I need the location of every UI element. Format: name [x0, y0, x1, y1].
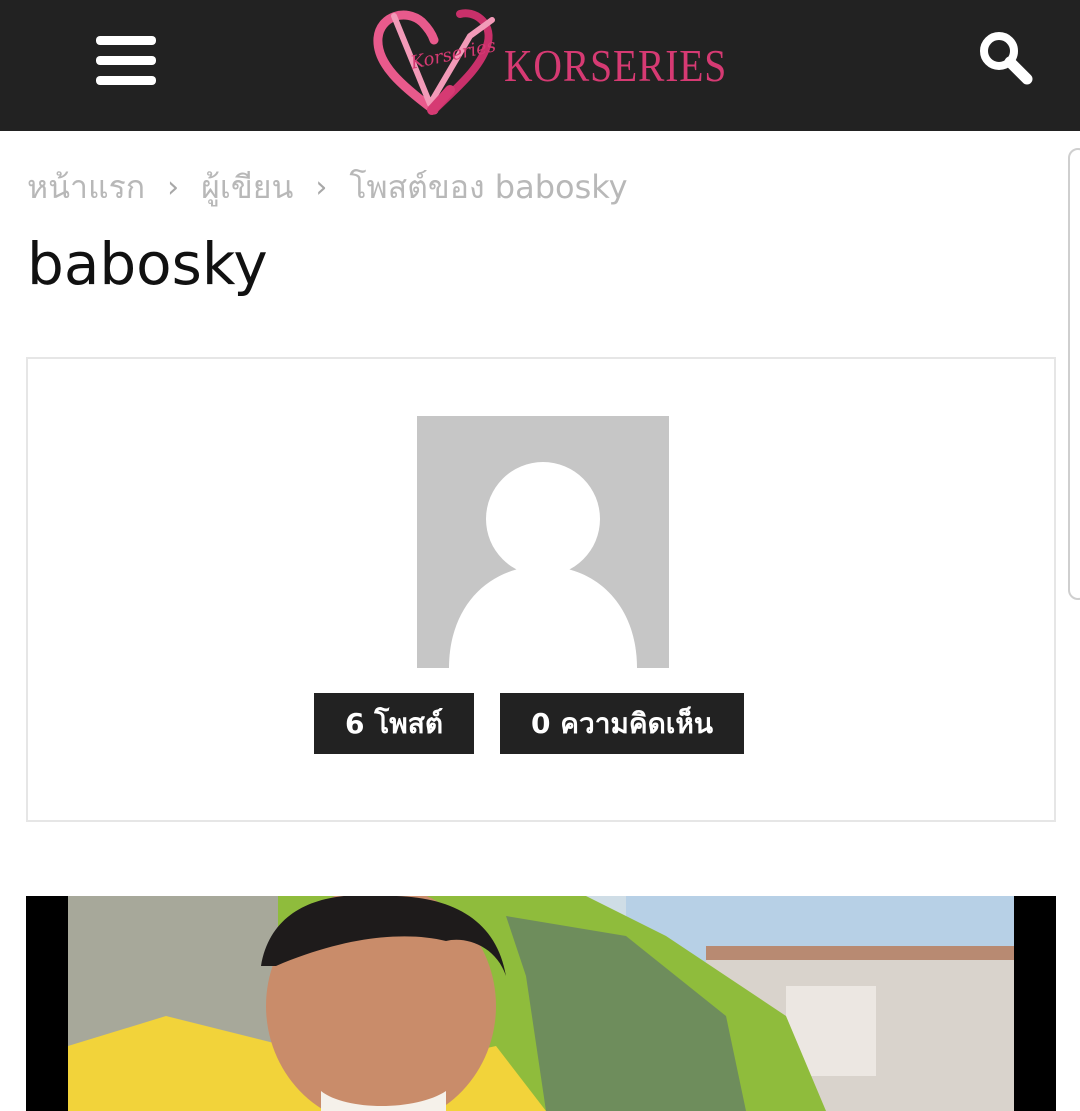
posts-count-button[interactable]: 6 โพสต์: [314, 693, 474, 754]
menu-button[interactable]: [96, 36, 156, 86]
breadcrumb-authors-link[interactable]: ผู้เขียน: [201, 162, 293, 213]
author-avatar: [417, 416, 669, 668]
breadcrumb-home-link[interactable]: หน้าแรก: [27, 162, 145, 213]
magnifier-icon: [980, 32, 1033, 85]
breadcrumb-current: โพสต์ของ babosky: [349, 167, 628, 206]
author-box: 6 โพสต์ 0 ความคิดเห็น: [26, 357, 1056, 822]
logo-text: KORSERIES: [504, 40, 728, 91]
page-title: babosky: [27, 230, 268, 298]
breadcrumb: หน้าแรก › ผู้เขียน › โพสต์ของ babosky: [27, 162, 628, 212]
page: Korseries KORSERIES หน้าแรก › ผู้เขียน ›…: [0, 0, 1080, 1111]
comments-count-button[interactable]: 0 ความคิดเห็น: [500, 693, 744, 754]
featured-post-image[interactable]: [26, 896, 1056, 1111]
scroll-side-tab[interactable]: [1068, 148, 1080, 600]
site-header: Korseries KORSERIES: [0, 0, 1080, 131]
breadcrumb-separator: ›: [167, 169, 180, 205]
post-thumbnail-illustration: [26, 896, 1056, 1111]
search-button[interactable]: [978, 30, 1034, 86]
breadcrumb-separator: ›: [315, 169, 328, 205]
site-logo[interactable]: Korseries KORSERIES: [372, 6, 726, 118]
default-user-avatar-icon: [449, 462, 637, 668]
